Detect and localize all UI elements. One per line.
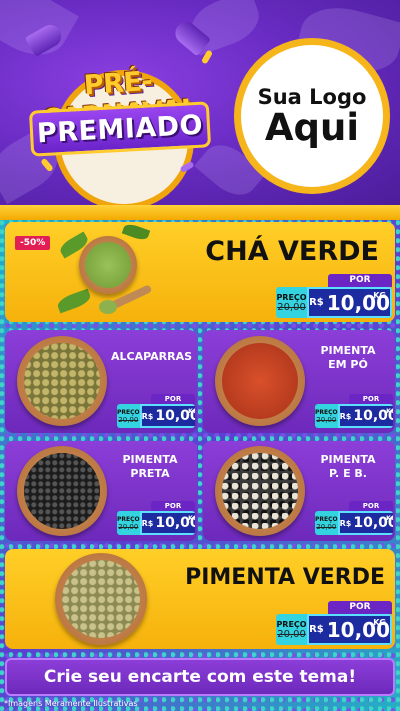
- product-name-line1: PIMENTA: [122, 453, 178, 466]
- unit: KG: [373, 291, 386, 300]
- new-price-box: R$ 10,00 KG: [139, 404, 195, 428]
- por-label: POR: [349, 394, 393, 404]
- product-name: PIMENTA VERDE: [185, 565, 385, 590]
- old-price: 20,00: [118, 522, 139, 531]
- preco-label: PREÇO: [276, 619, 307, 629]
- unit: KG: [373, 618, 386, 627]
- mixed-pepper-icon: [222, 453, 298, 529]
- price-tag: POR PREÇO 20,00 R$ 10,00 KG: [117, 501, 195, 535]
- product-card-pimenta-peb: PIMENTA P. E B. POR PREÇO 20,00 R$ 10,00…: [203, 441, 395, 541]
- unit: KG: [188, 408, 195, 415]
- header-stripe: [0, 205, 400, 220]
- new-price-box: R$ 10,00 KG: [307, 614, 392, 645]
- matcha-powder-icon: [85, 242, 131, 288]
- product-card-pimenta-em-po: PIMENTA EM PÓ POR PREÇO 20,00 R$ 10,00 K…: [203, 330, 395, 433]
- price-tag: POR PREÇO 20,00 R$ 10,00 KG: [276, 274, 392, 318]
- bowl-icon: [55, 553, 147, 645]
- old-price: 20,00: [316, 522, 337, 531]
- cta-banner[interactable]: Crie seu encarte com este tema!: [5, 658, 395, 696]
- preco-label: PREÇO: [117, 408, 140, 416]
- product-card-alcaparras: ALCAPARRAS POR PREÇO 20,00 R$ 10,00 KG: [5, 330, 197, 433]
- currency: R$: [309, 624, 324, 635]
- old-price: 20,00: [277, 301, 306, 313]
- new-price-box: R$ 10,00 KG: [337, 404, 393, 428]
- tea-leaf-icon: [121, 222, 151, 243]
- unit: KG: [188, 515, 195, 522]
- product-name: ALCAPARRAS: [111, 350, 193, 363]
- price-tag: POR PREÇO 20,00 R$ 10,00 KG: [117, 394, 195, 428]
- old-price: 20,00: [118, 415, 139, 424]
- product-card-pimenta-preta: PIMENTA PRETA POR PREÇO 20,00 R$ 10,00 K…: [5, 441, 197, 541]
- carnival-badge: PRÉ-CARNAVAL PREMIADO: [14, 17, 214, 205]
- currency: R$: [339, 411, 352, 421]
- capers-icon: [24, 343, 100, 419]
- black-pepper-icon: [24, 453, 100, 529]
- green-pepper-icon: [62, 560, 140, 638]
- preco-label: PREÇO: [315, 515, 338, 523]
- ground-pepper-icon: [222, 343, 298, 419]
- price-tag: POR PREÇO 20,00 R$ 10,00 KG: [315, 394, 393, 428]
- featured-card-pimenta-verde: PIMENTA VERDE POR PREÇO 20,00 R$ 10,00 K…: [5, 549, 395, 649]
- product-name-line2: EM PÓ: [328, 358, 368, 371]
- currency: R$: [309, 297, 324, 308]
- bowl-icon: [215, 336, 305, 426]
- new-price-box: R$ 10,00 KG: [307, 287, 392, 318]
- spoon-powder-icon: [99, 300, 117, 314]
- title-ribbon: PREMIADO: [28, 101, 212, 157]
- price-tag: POR PREÇO 20,00 R$ 10,00 KG: [276, 601, 392, 645]
- product-name-line2: P. E B.: [329, 467, 367, 480]
- por-label: POR: [328, 274, 392, 287]
- unit: KG: [386, 515, 393, 522]
- por-label: POR: [328, 601, 392, 614]
- product-name-line1: PIMENTA: [320, 453, 376, 466]
- por-label: POR: [151, 501, 195, 511]
- new-price-box: R$ 10,00 KG: [139, 511, 195, 535]
- old-price: 20,00: [277, 628, 306, 640]
- currency: R$: [339, 518, 352, 528]
- product-name-line2: PRETA: [130, 467, 170, 480]
- bowl-icon: [215, 446, 305, 536]
- header-banner: PRÉ-CARNAVAL PREMIADO Sua Logo Aqui: [0, 0, 400, 205]
- preco-label: PREÇO: [315, 408, 338, 416]
- product-name-line1: PIMENTA: [320, 344, 376, 357]
- bowl-icon: [17, 336, 107, 426]
- bowl-icon: [17, 446, 107, 536]
- product-name: CHÁ VERDE: [205, 236, 379, 267]
- discount-badge: -50%: [15, 236, 51, 250]
- por-label: POR: [151, 394, 195, 404]
- disclaimer-footnote: *Imagens Meramente Ilustrativas: [4, 699, 138, 708]
- featured-card-cha-verde: -50% CHÁ VERDE POR PREÇO 20,00 R$ 10,00 …: [5, 222, 395, 322]
- currency: R$: [141, 411, 154, 421]
- logo-text-line2: Aqui: [264, 105, 360, 149]
- por-label: POR: [349, 501, 393, 511]
- title-line2: PREMIADO: [36, 109, 204, 149]
- logo-text-line1: Sua Logo: [257, 84, 367, 109]
- preco-label: PREÇO: [117, 515, 140, 523]
- unit: KG: [386, 408, 393, 415]
- tea-leaf-icon: [55, 288, 93, 314]
- logo-placeholder: Sua Logo Aqui: [234, 38, 390, 194]
- currency: R$: [141, 518, 154, 528]
- new-price-box: R$ 10,00 KG: [337, 511, 393, 535]
- preco-label: PREÇO: [276, 292, 307, 302]
- price-tag: POR PREÇO 20,00 R$ 10,00 KG: [315, 501, 393, 535]
- old-price: 20,00: [316, 415, 337, 424]
- bowl-icon: [79, 236, 137, 294]
